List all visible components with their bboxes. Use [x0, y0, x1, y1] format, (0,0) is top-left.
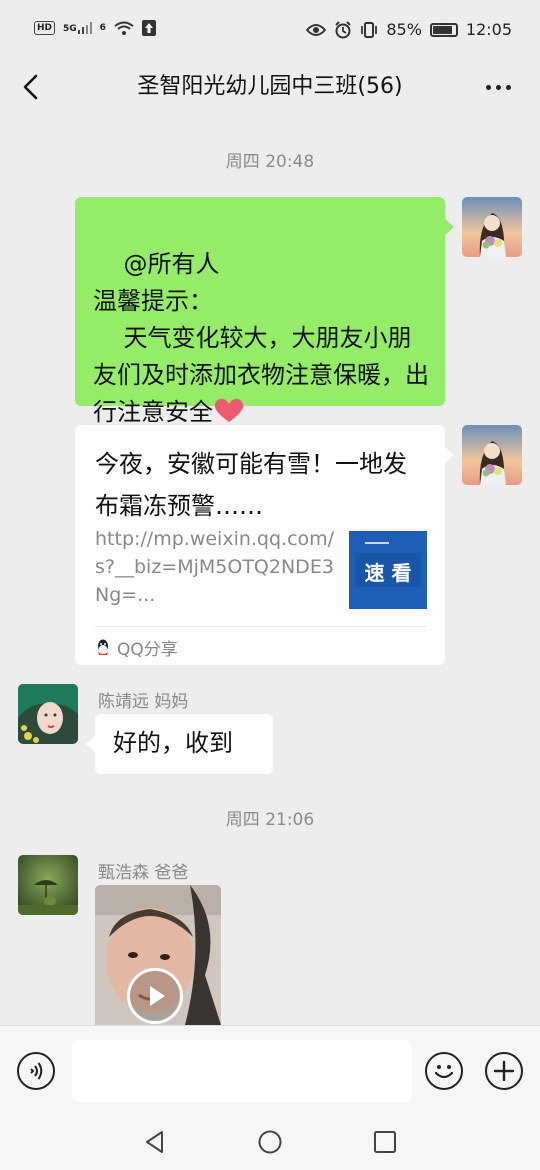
upload-icon — [141, 20, 156, 36]
plus-button[interactable] — [485, 1052, 523, 1090]
input-bar — [0, 1025, 540, 1116]
play-icon — [150, 986, 165, 1006]
message-input[interactable] — [72, 1040, 412, 1102]
link-source: QQ分享 — [95, 635, 178, 660]
emoji-button[interactable] — [425, 1052, 463, 1090]
heart-icon — [214, 398, 244, 422]
link-source-label: QQ分享 — [117, 640, 178, 660]
link-thumbnail: 速 看 — [349, 531, 427, 609]
plus-icon — [493, 1060, 515, 1082]
alarm-icon — [335, 20, 352, 38]
battery-percent: 85% — [386, 20, 422, 39]
qq-icon — [98, 639, 108, 655]
link-url: http://mp.weixin.qq.com/s?__biz=MjM5OTQ2… — [95, 528, 335, 606]
video-message[interactable] — [95, 885, 221, 1025]
back-button[interactable] — [18, 72, 48, 102]
eye-icon — [306, 23, 327, 36]
self-avatar[interactable] — [462, 425, 522, 485]
network-5g-icon: 5G — [63, 22, 92, 34]
status-bar: HD 5G 6 85% 12:05 — [0, 0, 540, 60]
message-bubble-other[interactable]: 好的，收到 — [86, 714, 273, 774]
back-arrow-icon — [23, 74, 38, 100]
sender-name: 甄浩森 爸爸 — [98, 863, 189, 883]
message-text: @所有人 温馨提示： 天气变化较大，大朋友小朋友们及时添加衣物注意保暖，出行注意… — [93, 250, 429, 426]
message-bubble-self[interactable]: @所有人 温馨提示： 天气变化较大，大朋友小朋友们及时添加衣物注意保暖，出行注意… — [75, 197, 454, 426]
link-title: 今夜，安徽可能有雪！一地发布霜冻预警…… — [95, 450, 407, 520]
more-button[interactable] — [480, 72, 516, 102]
hd-badge: HD — [34, 21, 56, 35]
clock: 12:05 — [465, 20, 512, 39]
nav-recent-icon[interactable] — [372, 1129, 398, 1155]
voice-button[interactable] — [17, 1052, 55, 1090]
nav-home-icon[interactable] — [257, 1129, 283, 1155]
battery-icon — [429, 22, 458, 37]
timestamp: 周四 21:06 — [225, 810, 315, 830]
voice-icon — [30, 1062, 43, 1080]
network-6-icon: 6 — [99, 23, 106, 33]
sender-name: 陈靖远 妈妈 — [98, 692, 189, 712]
system-nav-bar — [0, 1115, 540, 1170]
wifi-icon — [114, 21, 134, 35]
emoji-icon — [434, 1065, 454, 1079]
message-text: 好的，收到 — [113, 729, 233, 757]
member-avatar[interactable] — [18, 855, 78, 915]
vibrate-icon — [361, 21, 378, 38]
self-avatar[interactable] — [462, 197, 522, 257]
more-icon — [485, 84, 491, 90]
member-avatar[interactable] — [18, 684, 78, 744]
link-card[interactable]: 今夜，安徽可能有雪！一地发布霜冻预警…… http://mp.weixin.qq… — [75, 425, 454, 665]
timestamp: 周四 20:48 — [225, 152, 315, 172]
chat-header: 圣智阳光幼儿园中三班(56) — [0, 58, 540, 122]
nav-back-icon[interactable] — [142, 1129, 168, 1155]
chat-title: 圣智阳光幼儿园中三班(56) — [137, 74, 403, 99]
thumbnail-label: 速 看 — [364, 561, 412, 585]
divider — [95, 626, 427, 627]
play-button[interactable] — [127, 968, 183, 1024]
